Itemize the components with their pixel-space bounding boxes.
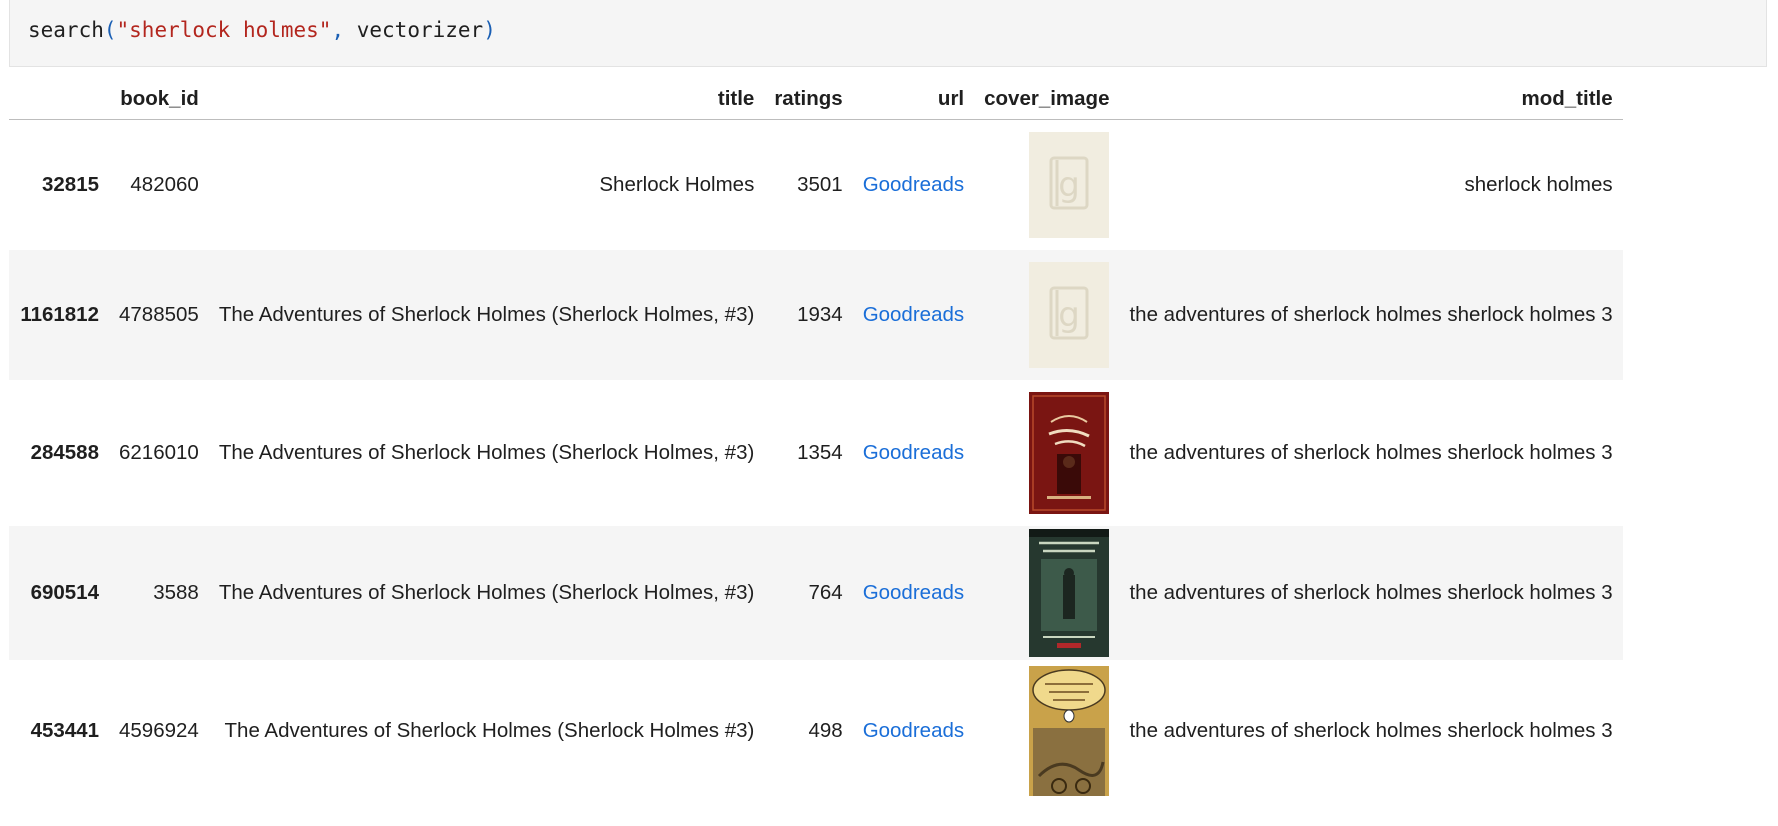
- goodreads-link[interactable]: Goodreads: [863, 303, 964, 326]
- cell-ratings: 1354: [797, 440, 843, 464]
- code-close-paren: ): [483, 18, 496, 42]
- header-cover-image: cover_image: [974, 79, 1120, 120]
- cell-mod-title: the adventures of sherlock holmes sherlo…: [1129, 302, 1613, 326]
- table-row: 1161812 4788505 The Adventures of Sherlo…: [9, 249, 1623, 380]
- cell-book-id: 482060: [130, 172, 199, 196]
- cell-title: Sherlock Holmes: [599, 172, 755, 196]
- code-func: search: [28, 18, 104, 42]
- cell-ratings: 3501: [797, 172, 843, 196]
- cell-ratings: 498: [808, 718, 843, 742]
- header-url: url: [852, 79, 975, 120]
- code-open-paren: (: [103, 18, 117, 42]
- cell-cover-image: [974, 380, 1119, 526]
- svg-text:g: g: [1059, 165, 1081, 205]
- goodreads-placeholder-icon: g: [1029, 131, 1110, 238]
- cell-ratings: 764: [808, 580, 843, 604]
- green-book-cover-icon: [1029, 528, 1110, 657]
- cell-book-id: 6216010: [119, 440, 199, 464]
- table-row: 284588 6216010 The Adventures of Sherloc…: [9, 379, 1623, 526]
- header-ratings: ratings: [764, 79, 853, 120]
- row-index: 284588: [30, 440, 99, 464]
- cell-title: The Adventures of Sherlock Holmes (Sherl…: [218, 580, 755, 604]
- table-row: 690514 3588 The Adventures of Sherlock H…: [9, 525, 1623, 660]
- goodreads-link[interactable]: Goodreads: [863, 173, 964, 196]
- cell-title: The Adventures of Sherlock Holmes (Sherl…: [224, 718, 755, 742]
- code-string-arg: "sherlock holmes": [116, 18, 332, 42]
- goodreads-placeholder-icon: g: [1029, 261, 1110, 368]
- goodreads-link[interactable]: Goodreads: [863, 581, 964, 604]
- code-cell[interactable]: search("sherlock holmes", vectorizer): [9, 0, 1767, 67]
- cell-book-id: 4788505: [119, 302, 199, 326]
- cell-cover-image: g: [974, 120, 1119, 250]
- cell-url: Goodreads: [853, 250, 974, 380]
- code-comma: ,: [331, 18, 345, 42]
- row-index: 32815: [41, 172, 99, 196]
- svg-text:g: g: [1059, 295, 1081, 335]
- cell-url: Goodreads: [853, 380, 974, 526]
- cell-title: The Adventures of Sherlock Holmes (Sherl…: [218, 440, 755, 464]
- cell-book-id: 4596924: [119, 718, 199, 742]
- red-book-cover-icon: [1029, 391, 1110, 514]
- cell-mod-title: the adventures of sherlock holmes sherlo…: [1129, 718, 1613, 742]
- goodreads-link[interactable]: Goodreads: [863, 719, 964, 742]
- header-mod-title: mod_title: [1119, 79, 1623, 120]
- cell-mod-title: sherlock holmes: [1464, 172, 1613, 196]
- cell-url: Goodreads: [853, 120, 974, 250]
- cell-mod-title: the adventures of sherlock holmes sherlo…: [1129, 580, 1613, 604]
- code-var-arg: vectorizer: [344, 18, 484, 42]
- header-index: [9, 79, 109, 120]
- cell-cover-image: g: [974, 250, 1119, 380]
- cell-url: Goodreads: [853, 526, 974, 660]
- header-title: title: [208, 79, 765, 120]
- code-line[interactable]: search("sherlock holmes", vectorizer): [28, 18, 496, 42]
- table-row: 32815 482060 Sherlock Holmes 3501 Goodre…: [9, 119, 1623, 250]
- header-row: book_id title ratings url cover_image mo…: [9, 79, 1623, 120]
- goodreads-link[interactable]: Goodreads: [863, 441, 964, 464]
- header-book-id: book_id: [109, 79, 209, 120]
- cell-cover-image: [974, 660, 1119, 802]
- cell-cover-image: [974, 526, 1119, 660]
- row-index: 1161812: [20, 302, 99, 326]
- cell-ratings: 1934: [797, 302, 843, 326]
- dataframe-table: book_id title ratings url cover_image mo…: [9, 79, 1623, 802]
- penguin-book-cover-icon: [1029, 665, 1110, 796]
- row-index: 690514: [30, 580, 99, 604]
- cell-book-id: 3588: [153, 580, 199, 604]
- cell-mod-title: the adventures of sherlock holmes sherlo…: [1129, 440, 1613, 464]
- cell-url: Goodreads: [853, 660, 974, 802]
- row-index: 453441: [30, 718, 99, 742]
- table-row: 453441 4596924 The Adventures of Sherloc…: [9, 659, 1623, 802]
- cell-title: The Adventures of Sherlock Holmes (Sherl…: [218, 302, 755, 326]
